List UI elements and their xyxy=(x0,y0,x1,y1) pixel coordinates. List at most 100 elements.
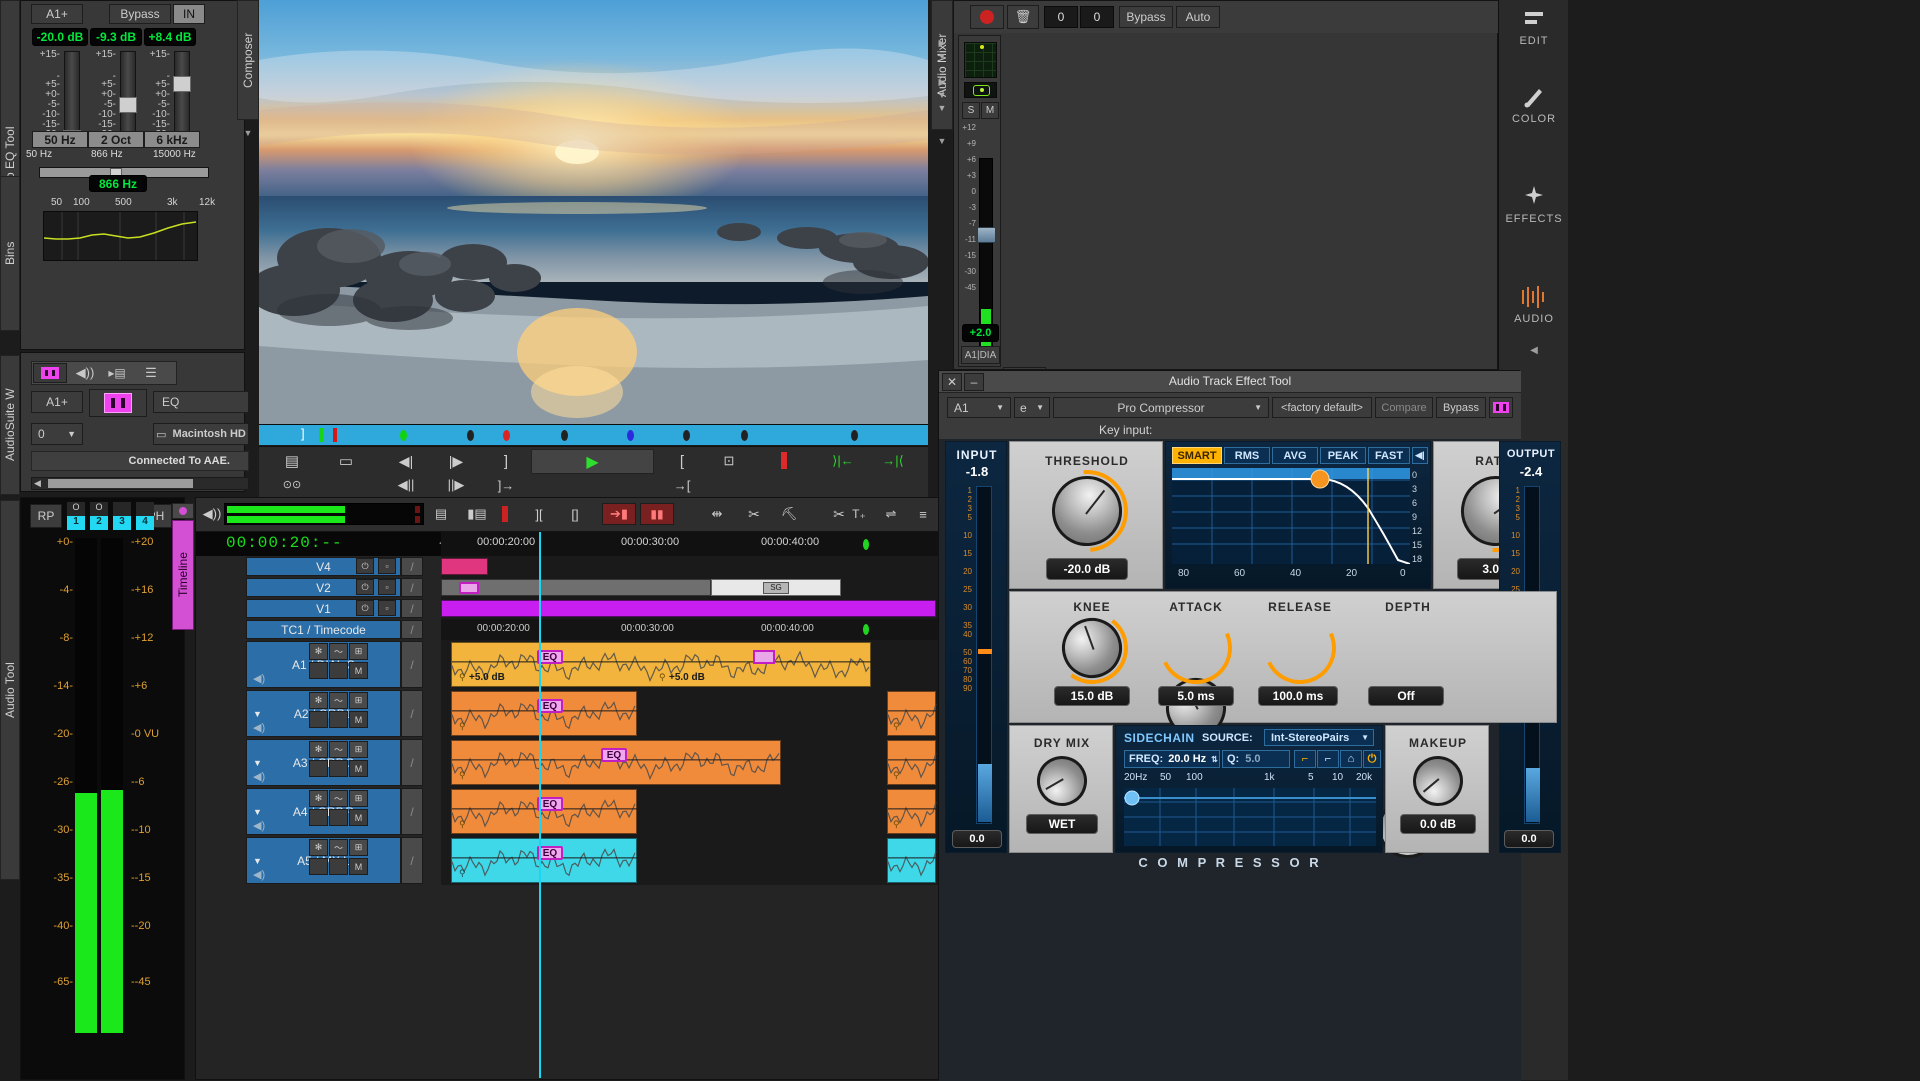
rtas-slot-icon[interactable]: ⊞ xyxy=(349,692,368,709)
scissors-icon[interactable]: ✂ xyxy=(741,503,767,525)
playhead-marker[interactable]: ] xyxy=(301,426,305,441)
track-effect-slots[interactable]: ✻〜⊞M xyxy=(309,741,369,784)
track-slash-icon[interactable]: / xyxy=(401,620,423,639)
audio-tool-rp-button[interactable]: RP xyxy=(30,504,62,528)
tape-icon[interactable]: ⊙⊙ xyxy=(275,475,309,493)
track-content[interactable]: EQ+5.0 dB+5.0 dB⚲⚲ xyxy=(441,640,941,689)
eq-slot-icon[interactable]: ✻ xyxy=(309,839,328,856)
stepper-icon[interactable]: ⇅ xyxy=(1211,755,1218,764)
track-content[interactable] xyxy=(441,556,941,577)
keyframe-icon[interactable]: ⚲ xyxy=(459,868,466,879)
trim-right-icon[interactable]: →|⟨ xyxy=(877,450,909,472)
eq-bypass-button[interactable]: Bypass xyxy=(109,4,171,24)
eq-response-graph[interactable] xyxy=(43,211,198,261)
plugin-badge-icon[interactable] xyxy=(753,650,775,664)
makeup-knob[interactable] xyxy=(1403,746,1473,816)
menu-icon[interactable]: ☰ xyxy=(136,363,166,383)
keyframe-icon[interactable]: ⚲ xyxy=(459,819,466,830)
strip-gain-readout[interactable]: +2.0 xyxy=(962,324,999,342)
timeline-clip[interactable] xyxy=(451,789,637,834)
trim-icon[interactable]: ⛏ xyxy=(776,503,802,525)
track-content[interactable]: 00:00:20:0000:00:30:0000:00:40:00 xyxy=(441,619,941,640)
timeline-track-toggle[interactable] xyxy=(172,503,194,519)
mark-clip-icon[interactable]: ⊡ xyxy=(714,450,744,472)
audiosuite-scrollbar[interactable]: ◀ xyxy=(31,477,249,490)
chevron-down-icon[interactable]: ▼ xyxy=(253,709,262,719)
quickfind-button[interactable]: ▮▮ xyxy=(640,503,674,525)
pan-slot-icon[interactable] xyxy=(309,760,328,777)
track-content[interactable]: EQ⚲ xyxy=(441,836,941,885)
detector-mode-avg[interactable]: AVG xyxy=(1272,447,1318,464)
chevron-down-icon[interactable]: ▼ xyxy=(253,856,262,866)
depth-value[interactable]: Off xyxy=(1368,686,1444,706)
release-value[interactable]: 100.0 ms xyxy=(1258,686,1338,706)
speaker-icon[interactable]: ◀) xyxy=(253,868,265,881)
audio-tool-channel-3[interactable]: 3 xyxy=(113,502,131,530)
automation-indicator[interactable] xyxy=(964,82,997,98)
track-slash-icon[interactable]: / xyxy=(401,788,423,835)
right-rail-collapse-icon[interactable]: ◀ xyxy=(1499,345,1569,356)
input-readout[interactable]: 0.0 xyxy=(952,830,1002,848)
locator-icon[interactable] xyxy=(467,430,474,441)
track-slash-icon[interactable]: / xyxy=(401,739,423,786)
mute-slot-icon[interactable]: M xyxy=(349,760,368,777)
render-icon[interactable]: ▸▤ xyxy=(102,363,132,383)
detector-mode-peak[interactable]: PEAK xyxy=(1320,447,1366,464)
track-display-icon[interactable]: ▫ xyxy=(378,579,396,595)
track-slash-icon[interactable]: / xyxy=(401,690,423,737)
eq-effect-tag[interactable]: EQ xyxy=(601,748,627,762)
sidechain-source-selector[interactable]: Int-StereoPairs ▼ xyxy=(1264,729,1374,746)
timeline-ruler[interactable]: 00:00:20:00 00:00:30:00 00:00:40:00 xyxy=(441,532,941,556)
detector-mode-fast[interactable]: FAST xyxy=(1368,447,1410,464)
audiosuite-slot-icon[interactable]: 〜 xyxy=(329,643,348,660)
detector-mode-rms[interactable]: RMS xyxy=(1224,447,1270,464)
source-monitor-icon[interactable]: ▭ xyxy=(329,450,363,472)
locator-icon[interactable] xyxy=(851,430,858,441)
vol-slot-icon[interactable] xyxy=(329,711,348,728)
rtas-slot-icon[interactable]: ⊞ xyxy=(349,839,368,856)
audiosuite-slot-icon[interactable]: 〜 xyxy=(329,839,348,856)
step-forward-10-icon[interactable]: ||▶ xyxy=(439,475,473,495)
sidechain-freq-field[interactable]: FREQ: 20.0 Hz ⇅ xyxy=(1124,750,1220,768)
track-effect-slots[interactable]: ✻〜⊞M xyxy=(309,790,369,833)
track-slash-icon[interactable]: / xyxy=(401,578,423,597)
sidechain-q-field[interactable]: Q: 5.0 xyxy=(1222,750,1290,768)
audiosuite-effect-selector[interactable]: EQ xyxy=(153,391,249,413)
ate-plugin-selector[interactable]: Pro Compressor ▼ xyxy=(1053,397,1269,418)
mark-out-go-icon[interactable]: ]→ xyxy=(489,475,523,495)
composer-video[interactable] xyxy=(259,0,928,424)
timeline-track-header[interactable]: TC1 / Timecode xyxy=(246,620,401,639)
track-slash-icon[interactable]: / xyxy=(401,641,423,688)
track-slash-icon[interactable]: / xyxy=(401,557,423,576)
filter-highshelf-icon[interactable]: ⌐ xyxy=(1317,750,1339,768)
timeline-clip[interactable] xyxy=(451,740,781,785)
track-slash-icon[interactable]: / xyxy=(401,837,423,884)
ate-slot-selector[interactable]: e ▼ xyxy=(1014,397,1050,418)
audiosuite-plugin-button[interactable] xyxy=(89,389,147,417)
track-content[interactable]: SG xyxy=(441,577,941,598)
go-to-in-icon[interactable]: →[ xyxy=(667,475,697,495)
audiosuite-track-selector[interactable]: A1+ xyxy=(31,391,83,413)
keyframe-icon[interactable]: ⚲ xyxy=(659,672,666,683)
overwrite-icon[interactable]: ][ xyxy=(526,503,552,525)
rail-tab-timeline[interactable]: Timeline xyxy=(172,520,194,630)
keyframe-icon[interactable]: ⚲ xyxy=(459,672,466,683)
audio-tool-channel-1[interactable]: O 1 xyxy=(67,502,85,530)
track-slash-icon[interactable]: / xyxy=(401,599,423,618)
track-display-icon[interactable]: ▫ xyxy=(378,558,396,574)
eq-slider-thumb[interactable] xyxy=(173,76,191,92)
track-mono-icon[interactable]: ⏻ xyxy=(356,600,374,616)
timeline-clip[interactable] xyxy=(441,579,711,596)
filter-bandpass-icon[interactable]: ⌂ xyxy=(1340,750,1362,768)
mark-red-icon[interactable] xyxy=(502,506,508,522)
record-icon[interactable] xyxy=(970,5,1004,29)
track-content[interactable] xyxy=(441,598,941,619)
segment-icon[interactable]: ▤ xyxy=(428,503,454,525)
locator-icon[interactable] xyxy=(683,430,690,441)
speaker-icon[interactable]: ◀) xyxy=(253,672,265,685)
solo-button[interactable]: S xyxy=(962,102,980,119)
chevron-down-icon[interactable]: ▼ xyxy=(253,758,262,768)
audiosuite-slot-icon[interactable]: 〜 xyxy=(329,741,348,758)
strip-name-button[interactable]: A1|DIA xyxy=(961,346,1000,364)
audio-tool-channel-4[interactable]: 4 xyxy=(136,502,154,530)
